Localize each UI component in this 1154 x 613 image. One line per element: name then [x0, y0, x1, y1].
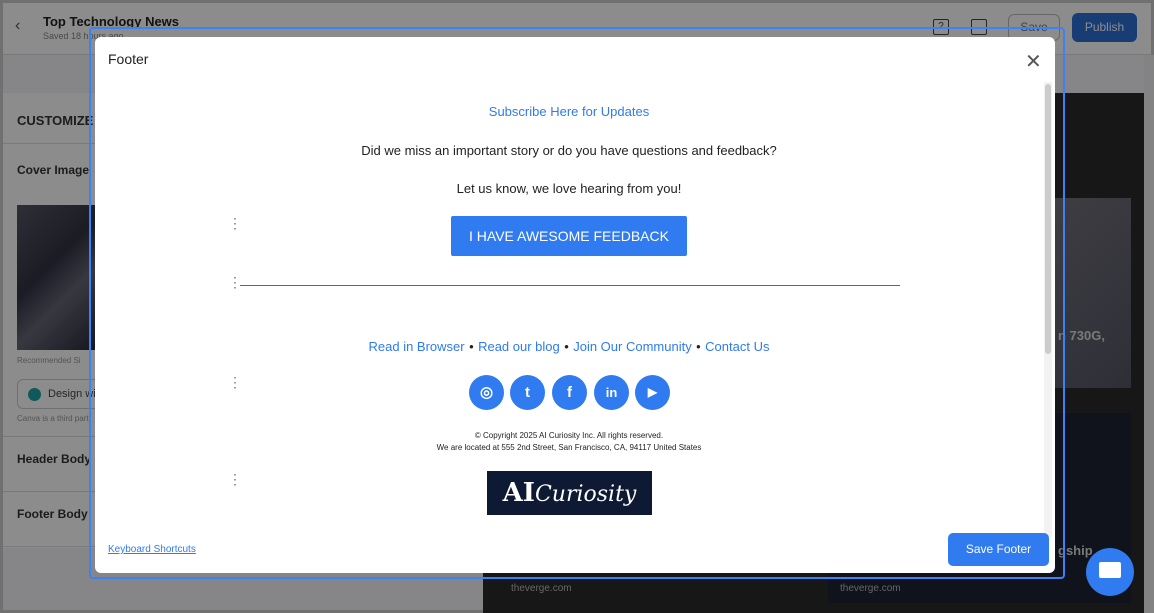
- drag-handle-icon[interactable]: ⋮: [228, 472, 242, 486]
- question-text: Did we miss an important story or do you…: [361, 143, 777, 158]
- twitter-icon[interactable]: t: [510, 375, 545, 410]
- read-in-browser-link[interactable]: Read in Browser: [369, 339, 465, 354]
- modal-title: Footer: [108, 51, 149, 67]
- linkedin-icon[interactable]: in: [594, 375, 629, 410]
- copyright-text: © Copyright 2025 AI Curiosity Inc. All r…: [474, 431, 664, 440]
- separator: •: [564, 339, 569, 354]
- drag-handle-icon[interactable]: ⋮: [228, 275, 242, 289]
- youtube-icon[interactable]: ▶: [635, 375, 670, 410]
- join-community-link[interactable]: Join Our Community: [573, 339, 691, 354]
- drag-handle-icon[interactable]: ⋮: [228, 375, 242, 389]
- close-icon[interactable]: ✕: [1025, 49, 1042, 74]
- contact-us-link[interactable]: Contact Us: [705, 339, 769, 354]
- keyboard-shortcuts-link[interactable]: Keyboard Shortcuts: [108, 544, 196, 555]
- ai-curiosity-logo: AICuriosity: [487, 471, 652, 515]
- read-blog-link[interactable]: Read our blog: [478, 339, 560, 354]
- instagram-icon[interactable]: ◎: [469, 375, 504, 410]
- separator: •: [696, 339, 701, 354]
- footer-modal: Footer ✕ Subscribe Here for Updates Did …: [95, 37, 1055, 573]
- chat-button[interactable]: [1086, 548, 1134, 596]
- drag-handle-icon[interactable]: ⋮: [228, 216, 242, 230]
- modal-scrollbar-thumb[interactable]: [1045, 84, 1051, 354]
- address-text: We are located at 555 2nd Street, San Fr…: [436, 443, 702, 452]
- facebook-icon[interactable]: f: [552, 375, 587, 410]
- feedback-button[interactable]: I HAVE AWESOME FEEDBACK: [451, 216, 687, 256]
- subscribe-link[interactable]: Subscribe Here for Updates: [489, 104, 649, 119]
- save-footer-button[interactable]: Save Footer: [948, 533, 1049, 566]
- love-text: Let us know, we love hearing from you!: [456, 181, 682, 196]
- divider-line: [240, 285, 900, 286]
- footer-links: Read in Browser • Read our blog • Join O…: [95, 338, 1043, 356]
- separator: •: [469, 339, 474, 354]
- chat-icon: [1099, 562, 1121, 578]
